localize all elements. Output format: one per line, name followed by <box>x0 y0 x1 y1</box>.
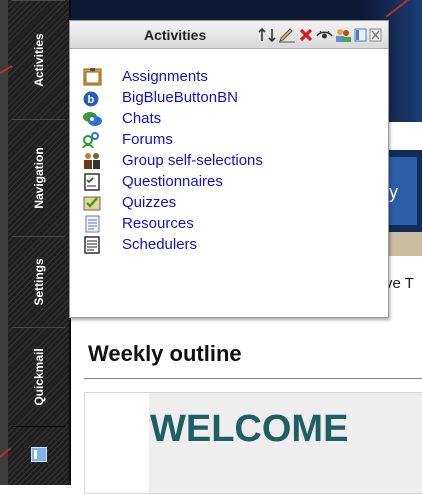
dock-tab-quickmail[interactable]: Quickmail <box>12 327 65 427</box>
list-item[interactable]: Schedulers <box>82 234 263 255</box>
list-item[interactable]: Assignments <box>82 66 263 87</box>
list-item[interactable]: b BigBlueButtonBN <box>82 87 263 108</box>
popup-title: Activities <box>144 27 207 43</box>
quiz-icon <box>83 196 101 210</box>
page-text-fragment: ve T <box>385 275 414 292</box>
dock-tab-settings[interactable]: Settings <box>12 236 65 328</box>
dock-icon[interactable] <box>354 27 367 43</box>
list-item[interactable]: Resources <box>82 213 263 234</box>
popup-header: Activities <box>70 21 388 49</box>
block-dock: Activities Navigation Settings Quickmail <box>0 0 71 485</box>
group-icon <box>84 152 100 169</box>
list-item[interactable]: Forums <box>82 129 263 150</box>
svg-text:b: b <box>88 94 95 106</box>
activity-link-chats[interactable]: Chats <box>122 110 161 127</box>
dock-tab-label: Navigation <box>31 147 46 209</box>
dock-tab-label: Activities <box>31 33 46 87</box>
list-item[interactable]: Group self-selections <box>82 150 263 171</box>
activity-link-assignments[interactable]: Assignments <box>122 68 208 85</box>
activity-link-bigbluebuttonbn[interactable]: BigBlueButtonBN <box>122 89 238 106</box>
assign-roles-icon[interactable] <box>335 27 352 43</box>
assignment-icon <box>83 67 102 85</box>
list-item[interactable]: Questionnaires <box>82 171 263 192</box>
heading-divider <box>84 378 422 379</box>
dock-tab-label: Settings <box>31 258 46 306</box>
chat-icon <box>83 111 102 126</box>
move-icon[interactable] <box>258 27 276 43</box>
activity-link-quizzes[interactable]: Quizzes <box>122 194 176 211</box>
close-icon[interactable] <box>369 27 382 43</box>
delete-icon[interactable] <box>298 27 314 43</box>
activity-link-schedulers[interactable]: Schedulers <box>122 236 197 253</box>
dock-tab-navigation[interactable]: Navigation <box>12 119 65 237</box>
edit-icon[interactable] <box>278 27 296 43</box>
list-item[interactable]: Chats <box>82 108 263 129</box>
questionnaire-icon <box>84 172 100 191</box>
bigbluebutton-icon: b <box>83 91 99 106</box>
list-item[interactable]: Quizzes <box>82 192 263 213</box>
section-heading: Weekly outline <box>88 341 242 366</box>
dock-toggle-icon[interactable] <box>31 447 47 462</box>
nav-menu-item-label: y <box>389 182 398 202</box>
hide-icon[interactable] <box>316 27 333 43</box>
dock-tab-label: Quickmail <box>31 348 46 406</box>
dock-tab-activities[interactable]: Activities <box>12 0 65 120</box>
activity-link-forums[interactable]: Forums <box>122 131 173 148</box>
activity-link-questionnaires[interactable]: Questionnaires <box>122 173 223 190</box>
forum-icon <box>82 131 99 148</box>
scheduler-icon <box>84 235 100 254</box>
activity-link-resources[interactable]: Resources <box>122 215 194 232</box>
resource-icon <box>85 215 100 232</box>
activities-list: Assignments b BigBlueButtonBN Chats Foru… <box>82 66 263 255</box>
welcome-title: WELCOME <box>150 408 349 450</box>
activity-link-group-self-selections[interactable]: Group self-selections <box>122 152 263 169</box>
block-controls <box>258 27 382 43</box>
activities-block-popup: Activities Assignments b BigBlueButtonBN… <box>69 20 389 318</box>
